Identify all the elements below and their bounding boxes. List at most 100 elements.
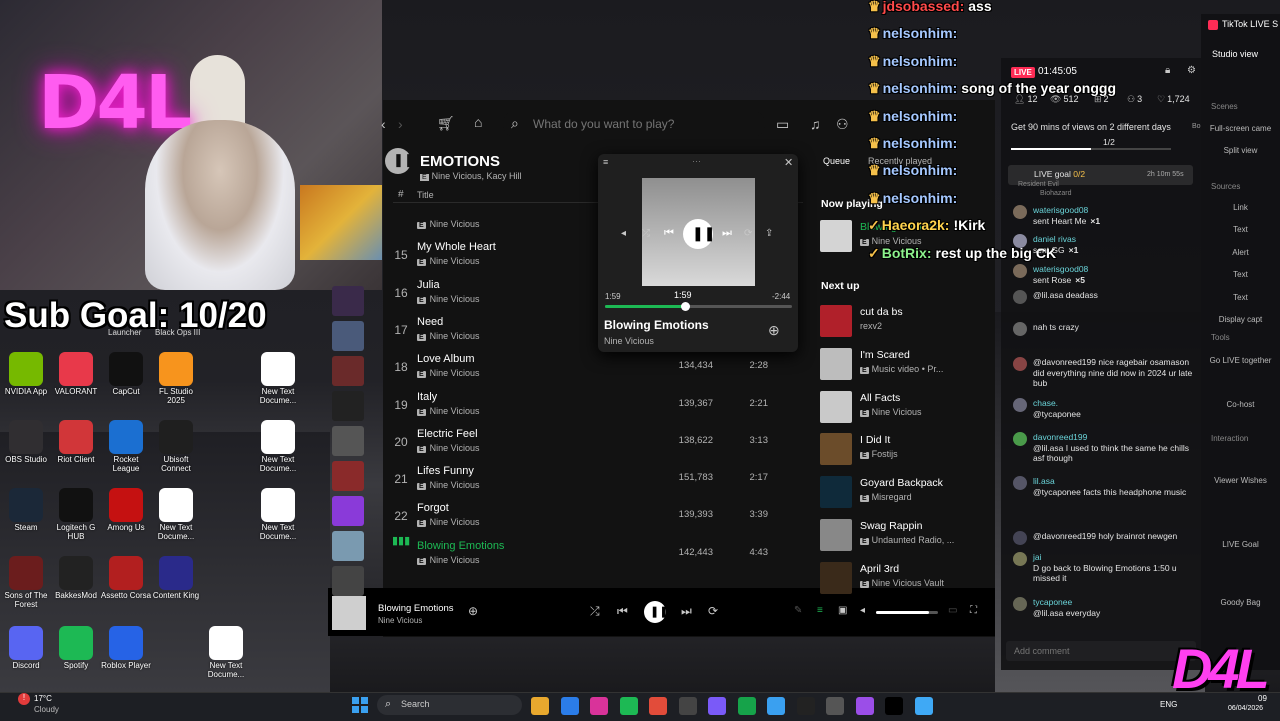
bar-previous-icon[interactable]: ⏮	[617, 604, 628, 619]
desktop-icon[interactable]: New Text Docume...	[200, 626, 252, 680]
bar-track-artist[interactable]: Nine Vicious	[378, 616, 422, 625]
studio-item[interactable]: Full-screen came	[1201, 124, 1280, 133]
track-row[interactable]: 16 Julia E Nine Vicious	[383, 275, 813, 312]
track-row[interactable]: E Nine Vicious	[383, 200, 813, 237]
tab-queue[interactable]: Queue	[823, 156, 850, 166]
library-item[interactable]	[332, 461, 364, 491]
track-row[interactable]: 17 Need E Nine Vicious	[383, 312, 813, 349]
miniplayer-icon[interactable]: ▭	[948, 605, 957, 616]
studio-item[interactable]: Viewer Wishes	[1201, 476, 1280, 485]
comment-input[interactable]	[1012, 645, 1186, 657]
taskbar-app-icon[interactable]	[560, 697, 579, 715]
desktop-icon[interactable]: VALORANT	[50, 352, 102, 397]
studio-item[interactable]: Tools	[1201, 333, 1280, 342]
studio-view-select[interactable]: Studio view	[1212, 49, 1258, 59]
studio-item[interactable]: Scenes	[1201, 102, 1280, 111]
studio-item[interactable]: Text	[1201, 225, 1280, 234]
user-avatar[interactable]	[1013, 290, 1027, 304]
taskbar-app-icon[interactable]	[737, 697, 756, 715]
user-avatar[interactable]	[1013, 432, 1027, 446]
library-item[interactable]	[332, 531, 364, 561]
queue-row[interactable]: April 3rd E Nine Vicious Vault	[820, 560, 990, 600]
desktop-icon[interactable]: BakkesMod	[50, 556, 102, 601]
desktop-icon[interactable]: Content King	[150, 556, 202, 601]
taskbar-app-icon[interactable]	[678, 697, 697, 715]
track-row[interactable]: 18 Love Album E Nine Vicious 134,434 2:28	[383, 349, 813, 386]
windows-start-icon[interactable]	[352, 697, 368, 713]
taskbar-app-icon[interactable]	[885, 697, 903, 715]
library-item[interactable]	[332, 566, 364, 596]
search-bar[interactable]: ⌕	[503, 110, 765, 138]
desktop-icon[interactable]: FL Studio 2025	[150, 352, 202, 406]
desktop-icon[interactable]: Logitech G HUB	[50, 488, 102, 542]
track-row[interactable]: 19 Italy E Nine Vicious 139,367 2:21	[383, 387, 813, 424]
friends-icon[interactable]: ⚇	[836, 116, 849, 133]
taskbar-app-icon[interactable]	[649, 697, 667, 715]
studio-item[interactable]: Go LIVE together	[1201, 356, 1280, 365]
studio-item[interactable]: Sources	[1201, 182, 1280, 191]
studio-item[interactable]: LIVE Goal	[1201, 540, 1280, 549]
taskbar-app-icon[interactable]	[855, 697, 874, 715]
home-icon[interactable]: ⌂	[474, 114, 482, 130]
taskbar-search[interactable]: ⌕ Search	[377, 695, 522, 715]
queue-row[interactable]: I Did It E Fostijs	[820, 431, 990, 471]
user-avatar[interactable]	[1013, 357, 1027, 371]
gear-icon[interactable]: ⚙	[1187, 65, 1196, 76]
fullscreen-icon[interactable]: ⛶	[970, 605, 977, 616]
queue-row[interactable]: I'm Scared E Music video • Pr...	[820, 346, 990, 386]
queue-row[interactable]: cut da bs rexv2	[820, 303, 990, 343]
studio-item[interactable]: Link	[1201, 203, 1280, 212]
library-item[interactable]	[332, 391, 364, 421]
volume-slider[interactable]	[876, 611, 938, 614]
track-row[interactable]: Blowing Emotions E Nine Vicious 142,443 4:43	[383, 536, 813, 573]
forward-icon[interactable]: ›	[398, 116, 403, 132]
drag-handle-icon[interactable]: ⋯	[692, 156, 701, 167]
library-item[interactable]	[332, 321, 364, 351]
desktop-icon[interactable]: New Text Docume...	[252, 420, 304, 474]
clock-time[interactable]: 09	[1258, 694, 1267, 703]
taskbar-app-icon[interactable]	[826, 697, 844, 715]
clock-date[interactable]: 06/04/2026	[1228, 705, 1263, 712]
browse-icon[interactable]: ▭	[776, 116, 789, 133]
user-avatar[interactable]	[1013, 597, 1027, 611]
save-icon[interactable]: ⊕	[468, 604, 478, 618]
desktop-icon[interactable]: Roblox Player	[100, 626, 152, 671]
studio-item[interactable]: Alert	[1201, 248, 1280, 257]
user-avatar[interactable]	[1013, 476, 1027, 490]
user-avatar[interactable]	[1013, 205, 1027, 219]
queue-row[interactable]: Goyard Backpack E Misregard	[820, 474, 990, 514]
studio-item[interactable]: Text	[1201, 270, 1280, 279]
queue-row[interactable]: All Facts E Nine Vicious	[820, 389, 990, 429]
language-indicator[interactable]: ENG	[1160, 700, 1177, 709]
desktop-icon[interactable]: Sons of The Forest	[0, 556, 52, 610]
weather-desc[interactable]: Cloudy	[34, 705, 59, 714]
mini-settings-icon[interactable]: ≡	[603, 157, 608, 167]
taskbar-app-icon[interactable]	[590, 697, 608, 715]
desktop-icon[interactable]: NVIDIA App	[0, 352, 52, 397]
desktop-icon[interactable]: Rocket League	[100, 420, 152, 474]
bell-icon[interactable]: ♫︎	[810, 116, 821, 132]
studio-item[interactable]: Split view	[1201, 146, 1280, 155]
cart-icon[interactable]: 🛒︎	[437, 115, 455, 132]
desktop-icon[interactable]: Assetto Corsa	[100, 556, 152, 601]
search-input[interactable]	[531, 116, 755, 132]
close-icon[interactable]: ✕	[784, 156, 793, 169]
device-icon[interactable]: ▣	[838, 605, 847, 616]
bar-repeat-icon[interactable]: ⟳	[708, 604, 718, 618]
taskbar-app-icon[interactable]	[708, 697, 726, 715]
studio-item[interactable]: Goody Bag	[1201, 598, 1280, 607]
comment-input-box[interactable]	[1006, 641, 1196, 661]
desktop-icon[interactable]: Among Us	[100, 488, 152, 533]
library-item[interactable]	[332, 496, 364, 526]
track-row[interactable]: 22 Forgot E Nine Vicious 139,393 3:39	[383, 498, 813, 535]
bar-pause-button[interactable]: ❚❚	[644, 601, 668, 623]
studio-item[interactable]: Display capt	[1201, 315, 1280, 324]
user-avatar[interactable]	[1013, 552, 1027, 566]
studio-item[interactable]: Text	[1201, 293, 1280, 302]
studio-item[interactable]: Co-host	[1201, 400, 1280, 409]
queue-icon[interactable]: ≡	[817, 605, 823, 616]
studio-item[interactable]: Interaction	[1201, 434, 1280, 443]
taskbar-app-icon[interactable]	[796, 697, 815, 715]
desktop-icon[interactable]: Riot Client	[50, 420, 102, 465]
taskbar-app-icon[interactable]	[767, 697, 785, 715]
